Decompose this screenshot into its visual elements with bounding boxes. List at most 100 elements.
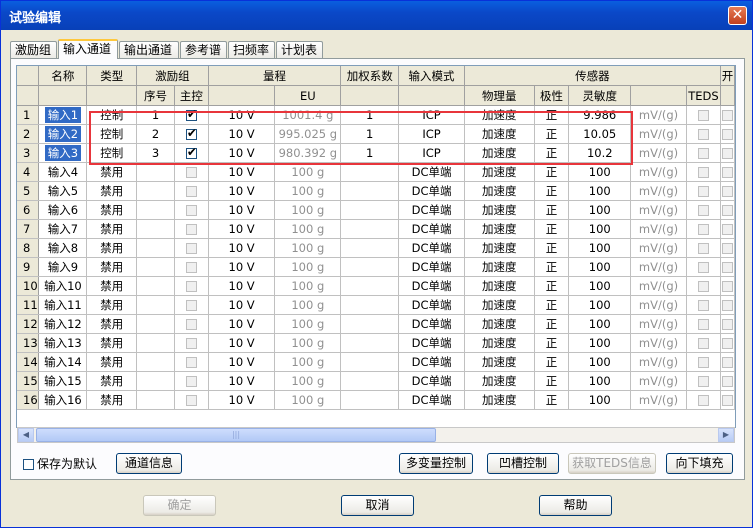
- cell-master[interactable]: [174, 238, 209, 258]
- master-checkbox[interactable]: [185, 186, 197, 197]
- cell-input-mode[interactable]: ICP: [398, 143, 465, 163]
- extra-checkbox[interactable]: [721, 186, 733, 197]
- cell-name[interactable]: 输入7: [38, 219, 88, 239]
- extra-checkbox[interactable]: [721, 338, 733, 349]
- cell-sensitivity[interactable]: 100: [568, 333, 632, 353]
- close-button[interactable]: ✕: [728, 6, 747, 25]
- cell-seq[interactable]: [136, 295, 175, 315]
- channel-info-button[interactable]: 通道信息: [116, 453, 182, 474]
- cell-polarity[interactable]: 正: [534, 257, 570, 277]
- cell-extra[interactable]: [720, 238, 735, 258]
- cell-seq[interactable]: 3: [136, 143, 175, 163]
- cell-extra[interactable]: [720, 143, 735, 163]
- cell-weight[interactable]: [340, 238, 400, 258]
- tab-sweep-rate[interactable]: 扫频率: [228, 41, 275, 58]
- cell-range[interactable]: 10 V: [208, 314, 276, 334]
- cell-type[interactable]: 禁用: [86, 276, 138, 296]
- cell-master[interactable]: [174, 219, 209, 239]
- table-row[interactable]: 10 输入10 禁用 10 V 100 g DC单端 加速度正 100 mV/(g): [17, 276, 735, 296]
- teds-checkbox[interactable]: [697, 243, 709, 254]
- cell-unit[interactable]: mV/(g): [630, 333, 687, 353]
- master-checkbox[interactable]: [185, 224, 197, 235]
- cell-seq[interactable]: [136, 314, 175, 334]
- cell-unit[interactable]: mV/(g): [630, 143, 687, 163]
- cell-physical[interactable]: 加速度: [464, 390, 535, 410]
- cell-physical[interactable]: 加速度: [464, 200, 535, 220]
- master-checkbox[interactable]: [185, 357, 197, 368]
- table-row[interactable]: 2 输入2 控制 2 ✔ 10 V 995.025 g 1 ICP 加速度正 10.05 mV/(g): [17, 124, 735, 144]
- master-checkbox[interactable]: [185, 338, 197, 349]
- cell-unit[interactable]: mV/(g): [630, 295, 687, 315]
- cell-name[interactable]: 输入16: [38, 390, 88, 410]
- cell-unit[interactable]: mV/(g): [630, 162, 687, 182]
- cell-weight[interactable]: [340, 162, 400, 182]
- cell-extra[interactable]: [720, 276, 735, 296]
- table-row[interactable]: 8 输入8 禁用 10 V 100 g DC单端 加速度正 100 mV/(g): [17, 238, 735, 258]
- cell-unit[interactable]: mV/(g): [630, 238, 687, 258]
- cell-seq[interactable]: 2: [136, 124, 175, 144]
- cell-polarity[interactable]: 正: [534, 352, 570, 372]
- extra-checkbox[interactable]: [721, 357, 733, 368]
- cell-sensitivity[interactable]: 100: [568, 371, 632, 391]
- cell-type[interactable]: 禁用: [86, 257, 138, 277]
- cell-master[interactable]: [174, 276, 209, 296]
- teds-checkbox[interactable]: [697, 357, 709, 368]
- extra-checkbox[interactable]: [721, 300, 733, 311]
- cell-eu[interactable]: 100 g: [274, 162, 342, 182]
- tab-excite-group[interactable]: 激励组: [10, 41, 57, 58]
- table-row[interactable]: 9 输入9 禁用 10 V 100 g DC单端 加速度正 100 mV/(g): [17, 257, 735, 277]
- cell-polarity[interactable]: 正: [534, 333, 570, 353]
- cell-physical[interactable]: 加速度: [464, 143, 535, 163]
- cell-type[interactable]: 禁用: [86, 333, 138, 353]
- cell-eu[interactable]: 100 g: [274, 276, 342, 296]
- cell-weight[interactable]: [340, 295, 400, 315]
- cell-eu[interactable]: 100 g: [274, 181, 342, 201]
- cell-teds[interactable]: [686, 371, 721, 391]
- fill-down-button[interactable]: 向下填充: [666, 453, 733, 474]
- cell-weight[interactable]: [340, 181, 400, 201]
- cell-weight[interactable]: [340, 257, 400, 277]
- cell-input-mode[interactable]: DC单端: [398, 162, 465, 182]
- cell-sensitivity[interactable]: 100: [568, 390, 632, 410]
- cell-teds[interactable]: [686, 295, 721, 315]
- cell-weight[interactable]: [340, 352, 400, 372]
- extra-checkbox[interactable]: [721, 129, 733, 140]
- cell-eu[interactable]: 995.025 g: [274, 124, 342, 144]
- cell-weight[interactable]: 1: [340, 124, 400, 144]
- cell-master[interactable]: [174, 371, 209, 391]
- master-checkbox[interactable]: ✔: [185, 107, 197, 121]
- cell-unit[interactable]: mV/(g): [630, 105, 687, 125]
- cell-sensitivity[interactable]: 100: [568, 200, 632, 220]
- cell-weight[interactable]: [340, 276, 400, 296]
- cell-type[interactable]: 禁用: [86, 219, 138, 239]
- cell-input-mode[interactable]: DC单端: [398, 219, 465, 239]
- cell-physical[interactable]: 加速度: [464, 162, 535, 182]
- cell-extra[interactable]: [720, 181, 735, 201]
- cell-unit[interactable]: mV/(g): [630, 257, 687, 277]
- cell-extra[interactable]: [720, 295, 735, 315]
- cell-type[interactable]: 控制: [86, 105, 138, 125]
- table-row[interactable]: 12 输入12 禁用 10 V 100 g DC单端 加速度正 100 mV/(g): [17, 314, 735, 334]
- table-row[interactable]: 14 输入14 禁用 10 V 100 g DC单端 加速度正 100 mV/(g): [17, 352, 735, 372]
- cell-range[interactable]: 10 V: [208, 295, 276, 315]
- teds-checkbox[interactable]: [697, 281, 709, 292]
- cell-sensitivity[interactable]: 100: [568, 295, 632, 315]
- cell-eu[interactable]: 100 g: [274, 390, 342, 410]
- tab-reference-spectrum[interactable]: 参考谱: [180, 41, 227, 58]
- cell-physical[interactable]: 加速度: [464, 238, 535, 258]
- notch-control-button[interactable]: 凹槽控制: [487, 453, 559, 474]
- cell-seq[interactable]: 1: [136, 105, 175, 125]
- cell-weight[interactable]: [340, 371, 400, 391]
- master-checkbox[interactable]: [185, 281, 197, 292]
- cell-master[interactable]: [174, 390, 209, 410]
- cell-polarity[interactable]: 正: [534, 371, 570, 391]
- table-row[interactable]: 11 输入11 禁用 10 V 100 g DC单端 加速度正 100 mV/(g): [17, 295, 735, 315]
- cell-name[interactable]: 输入1: [38, 105, 88, 125]
- cell-physical[interactable]: 加速度: [464, 352, 535, 372]
- cell-physical[interactable]: 加速度: [464, 295, 535, 315]
- scroll-thumb[interactable]: |||: [36, 428, 436, 442]
- tab-input-channels[interactable]: 输入通道: [58, 39, 118, 59]
- cell-master[interactable]: [174, 200, 209, 220]
- cell-unit[interactable]: mV/(g): [630, 371, 687, 391]
- cell-teds[interactable]: [686, 162, 721, 182]
